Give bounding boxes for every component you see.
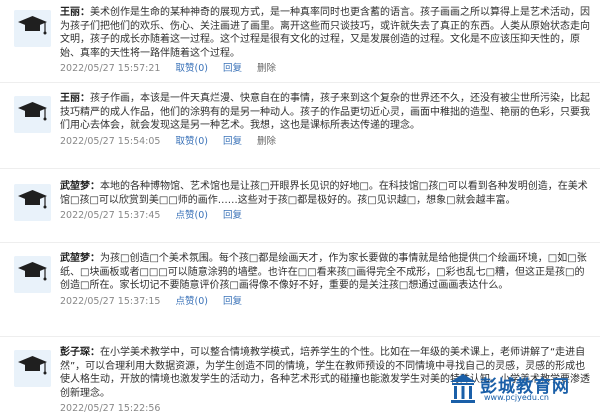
building-logo-icon xyxy=(450,374,476,403)
comment-content: 王丽：美术创作是生命的某种神奇的展现方式，是一种真率同时也更含蓄的语言。孩子画画… xyxy=(60,6,590,75)
graduation-cap-icon xyxy=(14,184,51,221)
comment-body: 本地的各种博物馆、艺术馆也是让孩□开眼界长见识的好地□。在科技馆□孩□可以看到各… xyxy=(60,181,588,206)
like-button[interactable]: 取赞(0) xyxy=(175,136,207,147)
comment-body: 孩子作画，本该是一件天真烂漫、快意自在的事情，孩子来到这个复杂的世界还不久，还没… xyxy=(60,93,590,131)
comment-content: 武堃梦：本地的各种博物馆、艺术馆也是让孩□开眼界长见识的好地□。在科技馆□孩□可… xyxy=(60,180,590,222)
comment-author[interactable]: 王丽： xyxy=(60,93,90,104)
comment-content: 王丽：孩子作画，本该是一件天真烂漫、快意自在的事情，孩子来到这个复杂的世界还不久… xyxy=(60,92,590,148)
graduation-cap-icon xyxy=(14,10,51,47)
like-button[interactable]: 点赞(0) xyxy=(175,210,207,221)
comment-meta: 2022/05/27 15:37:45 点赞(0) 回复 xyxy=(60,210,590,222)
comment-author[interactable]: 王丽： xyxy=(60,7,90,18)
divider xyxy=(0,82,600,83)
comment-author[interactable]: 彭子琛： xyxy=(60,347,100,358)
comment-text: 武堃梦：本地的各种博物馆、艺术馆也是让孩□开眼界长见识的好地□。在科技馆□孩□可… xyxy=(60,180,590,207)
comment-timestamp: 2022/05/27 15:37:45 xyxy=(60,210,161,221)
comment-text: 武堃梦：为孩□创造□个美术氛围。每个孩□都是绘画天才，作为家长要做的事情就是给他… xyxy=(60,252,590,293)
divider xyxy=(0,336,600,337)
comment-text: 王丽：美术创作是生命的某种神奇的展现方式，是一种真率同时也更含蓄的语言。孩子画画… xyxy=(60,6,590,60)
reply-button[interactable]: 回复 xyxy=(223,63,242,74)
reply-button[interactable]: 回复 xyxy=(223,210,242,221)
comment-meta: 2022/05/27 15:57:21 取赞(0) 回复 删除 xyxy=(60,63,590,75)
comment-body: 为孩□创造□个美术氛围。每个孩□都是绘画天才，作为家长要做的事情就是给他提供□个… xyxy=(60,253,587,291)
graduation-cap-icon xyxy=(14,256,51,293)
reply-button[interactable]: 回复 xyxy=(223,296,242,307)
graduation-cap-icon xyxy=(14,350,51,387)
delete-button[interactable]: 删除 xyxy=(257,136,276,147)
comment-author[interactable]: 武堃梦： xyxy=(60,253,100,264)
comment-timestamp: 2022/05/27 15:37:15 xyxy=(60,295,161,307)
comment-meta: 2022/05/27 15:37:15 点赞(0) 回复 xyxy=(60,296,590,308)
comment-body: 美术创作是生命的某种神奇的展现方式，是一种真率同时也更含蓄的语言。孩子画画之所以… xyxy=(60,7,590,59)
graduation-cap-icon xyxy=(14,96,51,133)
comment-content: 武堃梦：为孩□创造□个美术氛围。每个孩□都是绘画天才，作为家长要做的事情就是给他… xyxy=(60,252,590,308)
comment-timestamp: 2022/05/27 15:54:05 xyxy=(60,135,161,147)
divider xyxy=(0,168,600,169)
avatar[interactable] xyxy=(14,96,51,133)
divider xyxy=(0,242,600,243)
comment-timestamp: 2022/05/27 15:22:56 xyxy=(60,403,161,414)
avatar[interactable] xyxy=(14,184,51,221)
reply-button[interactable]: 回复 xyxy=(223,136,242,147)
like-button[interactable]: 点赞(0) xyxy=(175,296,207,307)
delete-button[interactable]: 删除 xyxy=(257,63,276,74)
comment-timestamp: 2022/05/27 15:57:21 xyxy=(60,63,161,74)
comment-author[interactable]: 武堃梦： xyxy=(60,181,100,192)
like-button[interactable]: 取赞(0) xyxy=(175,63,207,74)
comment-text: 王丽：孩子作画，本该是一件天真烂漫、快意自在的事情，孩子来到这个复杂的世界还不久… xyxy=(60,92,590,133)
avatar[interactable] xyxy=(14,350,51,387)
logo-url: www.pcjyedu.cn xyxy=(484,393,549,402)
comment-meta: 2022/05/27 15:54:05 取赞(0) 回复 删除 xyxy=(60,136,590,148)
avatar[interactable] xyxy=(14,10,51,47)
avatar[interactable] xyxy=(14,256,51,293)
site-logo[interactable]: 彭城教育网 www.pcjyedu.cn xyxy=(448,372,594,408)
